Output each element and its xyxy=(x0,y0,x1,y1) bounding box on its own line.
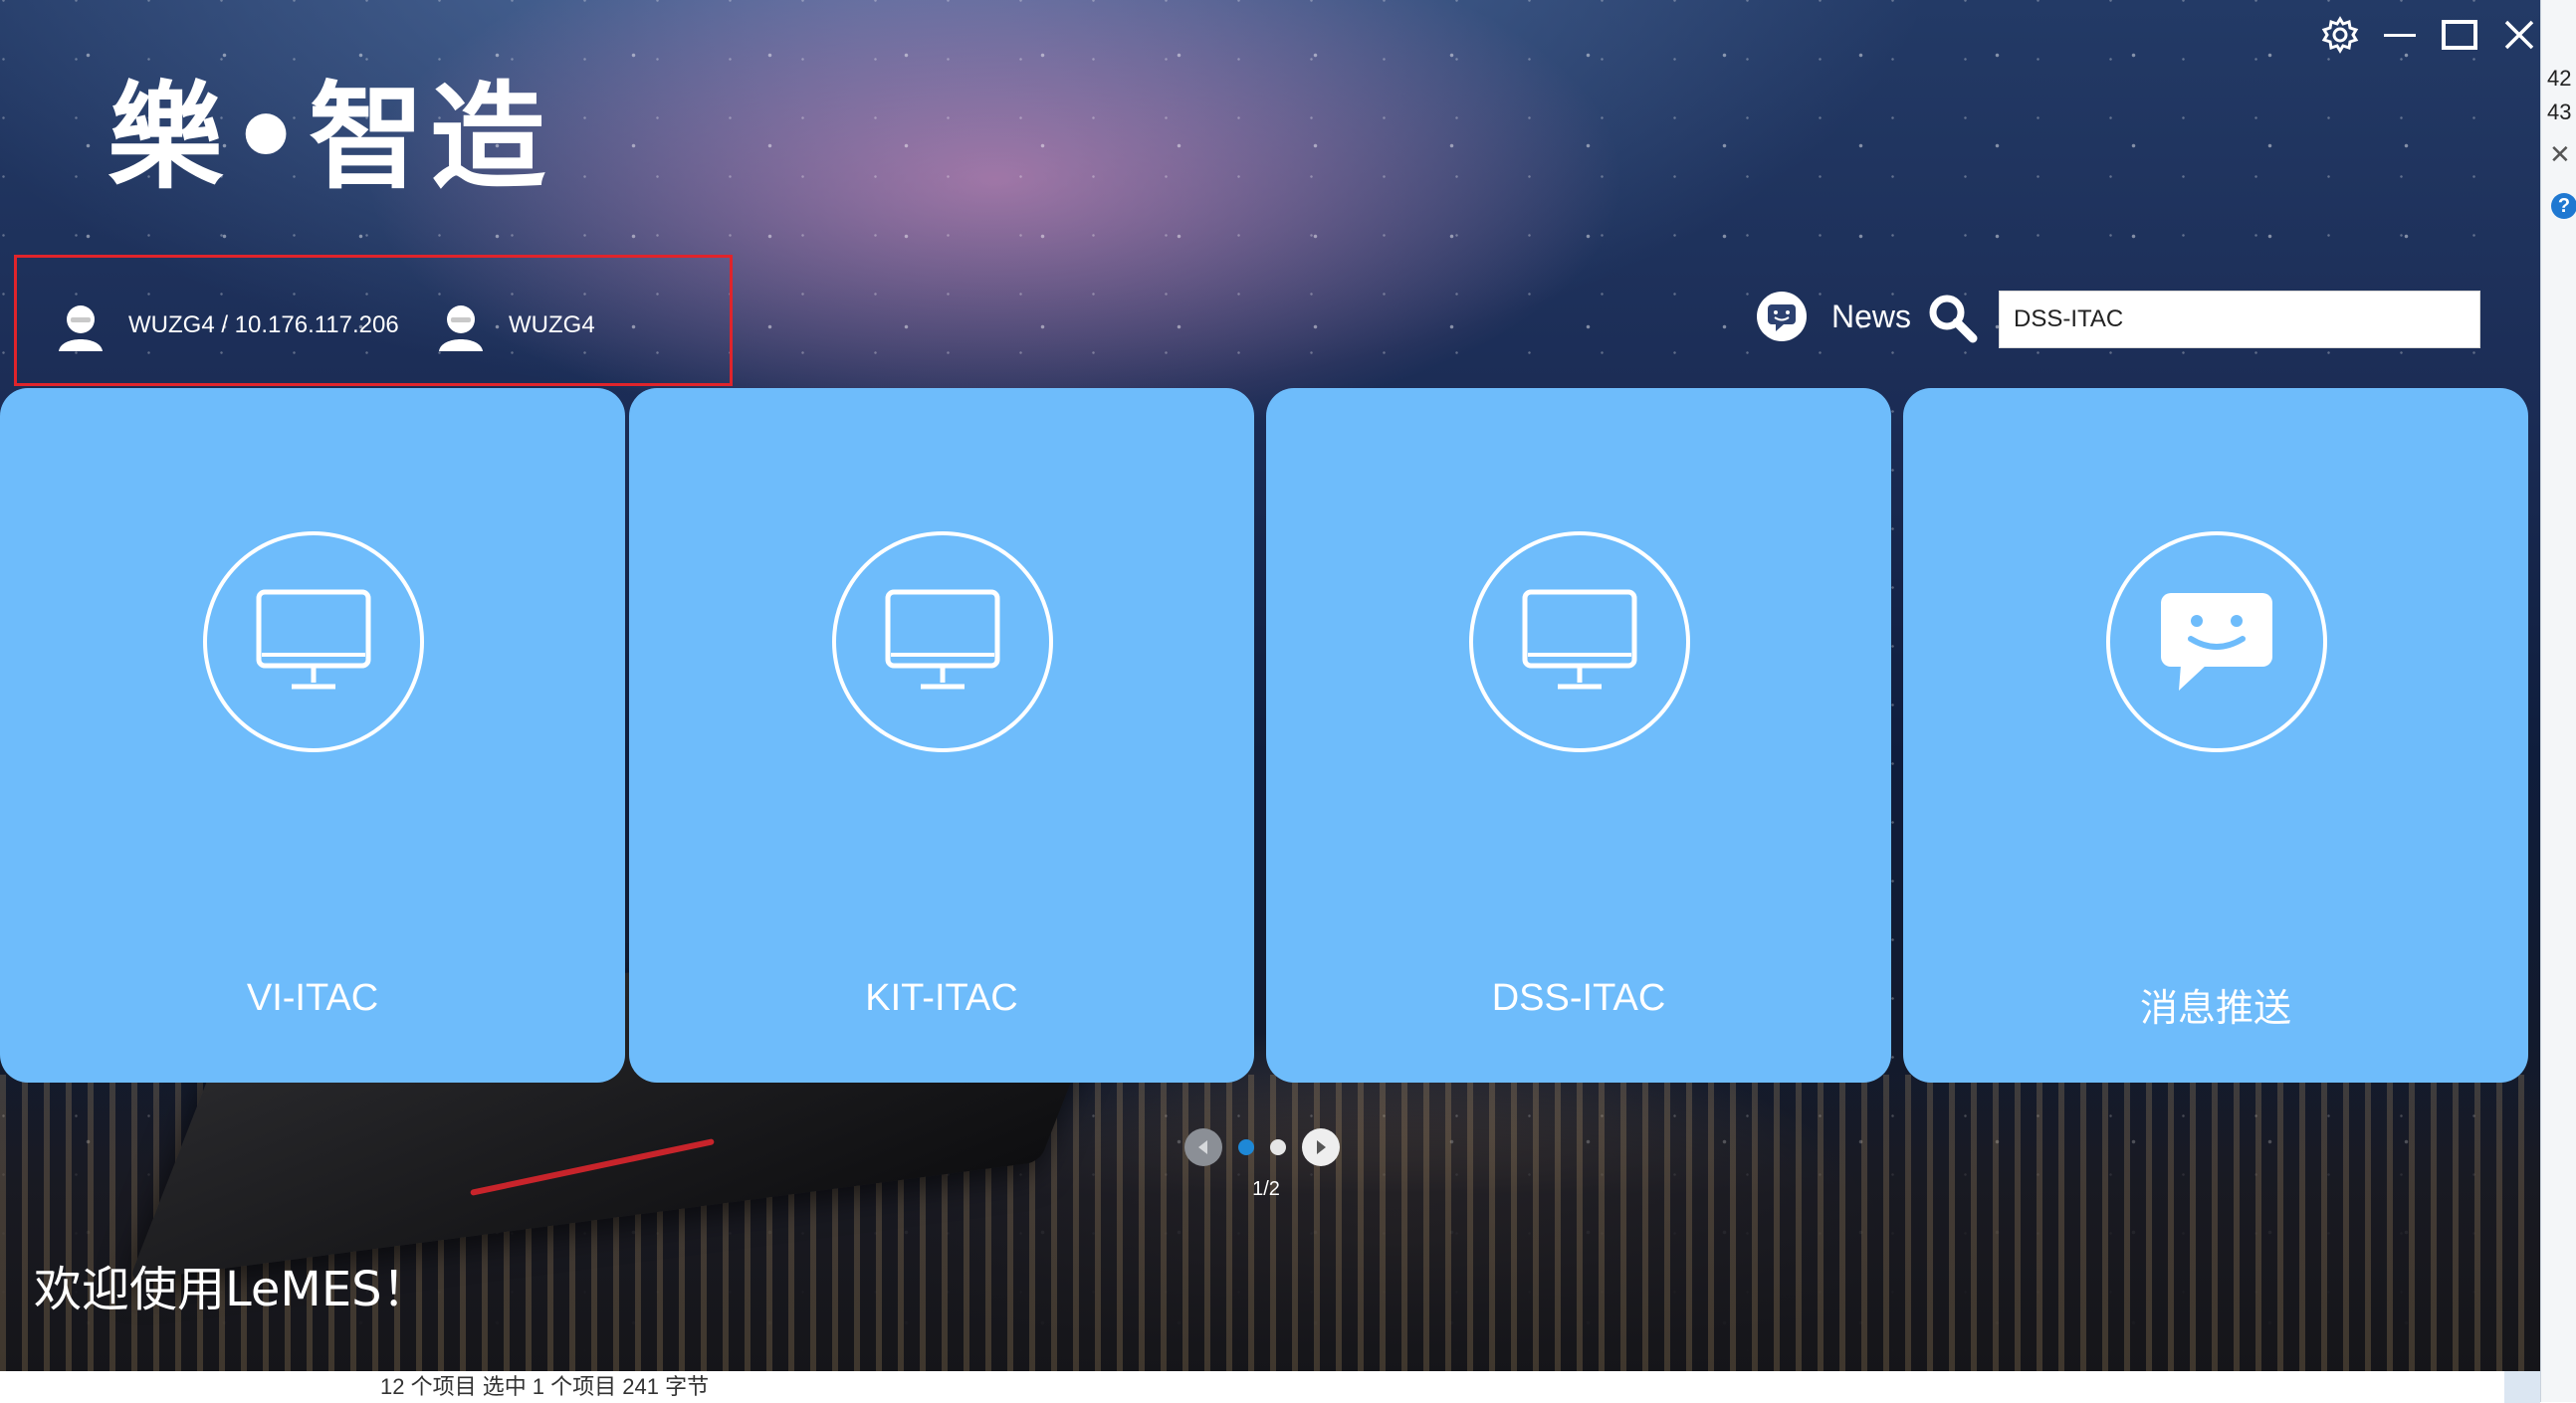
view-toggle-icon[interactable] xyxy=(2504,1369,2540,1403)
user-info-panel: WUZG4 / 10.176.117.206 WUZG4 xyxy=(14,255,733,386)
user-login-label: WUZG4 / 10.176.117.206 xyxy=(128,311,399,338)
user-account[interactable]: WUZG4 / 10.176.117.206 xyxy=(53,298,399,353)
tile-label: DSS-ITAC xyxy=(1491,977,1666,1019)
page-indicator: 1/2 xyxy=(1252,1178,1280,1200)
next-page-icon[interactable] xyxy=(1302,1128,1340,1166)
close-icon[interactable] xyxy=(2498,14,2540,56)
background-number: 42 xyxy=(2547,66,2572,91)
user-avatar-icon xyxy=(59,305,103,351)
news-label: News xyxy=(1831,298,1912,334)
tile-message-push[interactable]: 消息推送 xyxy=(1903,388,2528,1083)
welcome-message: 欢迎使用LeMES！ xyxy=(34,1262,430,1317)
tile-dss-itac[interactable]: DSS-ITAC xyxy=(1266,388,1891,1083)
search-icon[interactable] xyxy=(1925,291,1981,346)
help-icon[interactable]: ? xyxy=(2551,193,2576,219)
gear-icon[interactable] xyxy=(2319,14,2361,56)
close-icon[interactable]: ✕ xyxy=(2549,139,2571,170)
user-avatar-icon xyxy=(439,305,483,351)
tile-label: KIT-ITAC xyxy=(865,977,1018,1019)
news-link[interactable]: News xyxy=(1754,289,1911,344)
monitor-icon xyxy=(832,531,1053,752)
user-name[interactable]: WUZG4 xyxy=(433,298,595,353)
status-text: 12 个项目 选中 1 个项目 241 字节 xyxy=(380,1374,710,1399)
tile-label: 消息推送 xyxy=(2139,988,2291,1030)
search-input[interactable] xyxy=(1999,291,2480,348)
window-controls xyxy=(2319,14,2540,56)
minimize-icon[interactable] xyxy=(2379,14,2421,56)
tile-vi-itac[interactable]: VI-ITAC xyxy=(0,388,625,1083)
lemes-window: 樂•智造 WUZG4 / 10.176.117.206 WUZG4 News D… xyxy=(0,0,2540,1371)
monitor-icon xyxy=(203,531,424,752)
page-dot-1[interactable] xyxy=(1238,1139,1254,1155)
pagination xyxy=(1184,1128,1340,1166)
tile-label: VI-ITAC xyxy=(246,977,379,1019)
user-name-label: WUZG4 xyxy=(509,311,595,338)
tile-kit-itac[interactable]: KIT-ITAC xyxy=(629,388,1254,1083)
background-window-strip: 42 43 ✕ ? xyxy=(2540,0,2576,1402)
message-icon xyxy=(2106,531,2327,752)
maximize-icon[interactable] xyxy=(2439,14,2480,56)
app-logo: 樂•智造 xyxy=(107,70,552,205)
monitor-icon xyxy=(1469,531,1690,752)
prev-page-icon[interactable] xyxy=(1184,1128,1222,1166)
page-dot-2[interactable] xyxy=(1270,1139,1286,1155)
background-status-bar: 12 个项目 选中 1 个项目 241 字节 xyxy=(350,1368,2540,1403)
background-number: 43 xyxy=(2547,100,2572,124)
chat-bubble-icon xyxy=(1757,292,1807,341)
